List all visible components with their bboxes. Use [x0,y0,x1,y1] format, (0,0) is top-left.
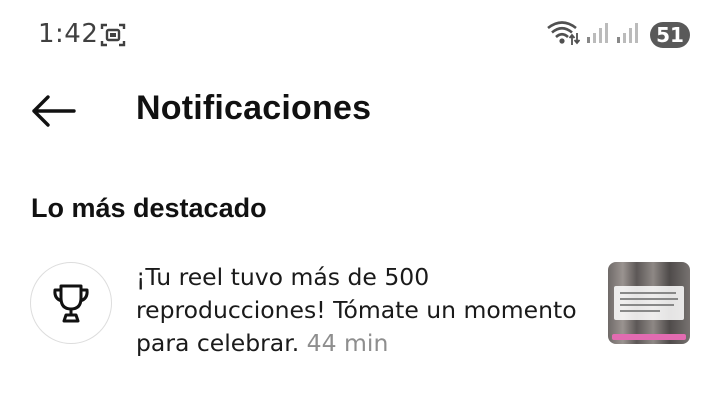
notification-avatar [30,262,112,344]
status-bar: 1:42 51 [0,0,720,70]
page-title: Notificaciones [136,89,372,127]
signal-icon [616,21,640,50]
status-icons: 51 [546,18,690,52]
section-heading: Lo más destacado [31,193,267,223]
trophy-icon [53,284,89,323]
signal-icon [586,21,610,50]
notification-item[interactable]: ¡Tu reel tuvo más de 500 reproducciones!… [0,252,720,372]
arrow-left-icon [32,95,76,127]
back-button[interactable] [28,90,78,132]
header: Notificaciones [0,80,720,140]
reel-thumbnail[interactable] [608,262,690,344]
thumbnail-banner [612,334,686,340]
screen-record-icon [100,22,126,48]
wifi-icon [546,19,581,52]
clock: 1:42 [38,19,99,49]
notification-time: 44 min [306,329,389,357]
battery-level: 51 [650,22,690,48]
notification-text: ¡Tu reel tuvo más de 500 reproducciones!… [136,261,596,360]
thumbnail-caption [614,286,684,320]
